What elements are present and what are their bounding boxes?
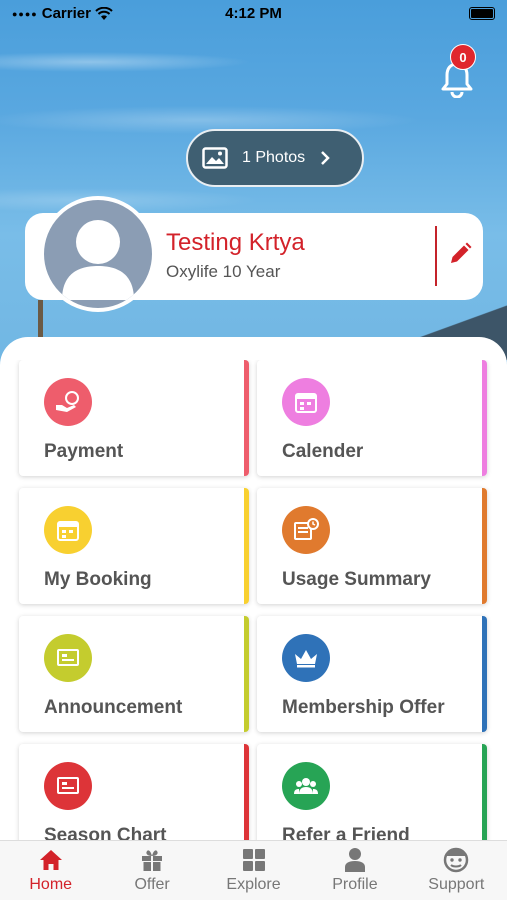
photos-button[interactable]: 1 Photos bbox=[186, 129, 364, 187]
tab-profile[interactable]: Profile bbox=[304, 841, 405, 900]
image-icon bbox=[202, 147, 228, 169]
tile-stripe bbox=[482, 744, 487, 840]
menu-grid: Payment Calender My Booking Usage Summar… bbox=[0, 360, 507, 840]
tab-offer[interactable]: Offer bbox=[101, 841, 202, 900]
profile-icon bbox=[344, 848, 365, 872]
profile-name: Testing Krtya bbox=[166, 229, 305, 256]
usage-summary-tile[interactable]: Usage Summary bbox=[257, 488, 487, 604]
profile-subtitle: Oxylife 10 Year bbox=[166, 262, 281, 281]
tile-stripe bbox=[482, 616, 487, 732]
explore-icon bbox=[242, 849, 265, 871]
tile-label: Calender bbox=[282, 441, 364, 462]
photos-label: 1 Photos bbox=[242, 149, 306, 166]
tab-explore[interactable]: Explore bbox=[203, 841, 304, 900]
calendar-tile[interactable]: Calender bbox=[257, 360, 487, 476]
refer-friend-tile[interactable]: Refer a Friend bbox=[257, 744, 487, 840]
tile-stripe bbox=[244, 744, 249, 840]
season-chart-icon bbox=[44, 762, 92, 810]
tile-label: Payment bbox=[44, 441, 124, 462]
tile-label: My Booking bbox=[44, 569, 152, 590]
tile-stripe bbox=[482, 488, 487, 604]
membership-offer-tile[interactable]: Membership Offer bbox=[257, 616, 487, 732]
announcement-icon bbox=[44, 634, 92, 682]
notification-bell-button[interactable]: 0 bbox=[440, 44, 480, 98]
my-booking-tile[interactable]: My Booking bbox=[19, 488, 249, 604]
gift-icon bbox=[142, 850, 163, 871]
tile-label: Announcement bbox=[44, 697, 183, 718]
support-icon bbox=[444, 847, 469, 873]
announcement-tile[interactable]: Announcement bbox=[19, 616, 249, 732]
payment-tile[interactable]: Payment bbox=[19, 360, 249, 476]
tile-stripe bbox=[244, 360, 249, 476]
tab-label: Support bbox=[428, 876, 485, 893]
tile-label: Membership Offer bbox=[282, 697, 445, 718]
tile-label: Season Chart bbox=[44, 825, 167, 840]
tab-label: Explore bbox=[226, 876, 281, 893]
tab-bar: Home Offer Explore Profile Support bbox=[0, 840, 507, 900]
tab-label: Home bbox=[29, 876, 73, 893]
status-bar: ●●●● Carrier 4:12 PM bbox=[0, 0, 507, 28]
notification-badge: 0 bbox=[450, 44, 476, 70]
crown-icon bbox=[282, 634, 330, 682]
calendar-icon bbox=[282, 378, 330, 426]
tile-label: Usage Summary bbox=[282, 569, 431, 590]
tab-support[interactable]: Support bbox=[406, 841, 507, 900]
profile-divider bbox=[435, 226, 437, 286]
hero-background bbox=[0, 0, 507, 390]
season-chart-tile[interactable]: Season Chart bbox=[19, 744, 249, 840]
booking-icon bbox=[44, 506, 92, 554]
edit-profile-button[interactable] bbox=[444, 238, 476, 270]
tab-label: Offer bbox=[134, 876, 170, 893]
tile-stripe bbox=[482, 360, 487, 476]
tile-label: Refer a Friend bbox=[282, 825, 410, 840]
chevron-right-icon bbox=[319, 150, 331, 166]
tab-home[interactable]: Home bbox=[0, 841, 101, 900]
battery-icon bbox=[469, 7, 495, 20]
tile-stripe bbox=[244, 616, 249, 732]
refer-friend-icon bbox=[282, 762, 330, 810]
payment-icon bbox=[44, 378, 92, 426]
tab-label: Profile bbox=[332, 876, 378, 893]
clock: 4:12 PM bbox=[225, 5, 282, 22]
pencil-icon bbox=[451, 242, 472, 263]
user-placeholder-icon bbox=[62, 220, 134, 300]
home-icon bbox=[39, 850, 62, 870]
tile-stripe bbox=[244, 488, 249, 604]
usage-summary-icon bbox=[282, 506, 330, 554]
avatar[interactable] bbox=[40, 196, 156, 312]
